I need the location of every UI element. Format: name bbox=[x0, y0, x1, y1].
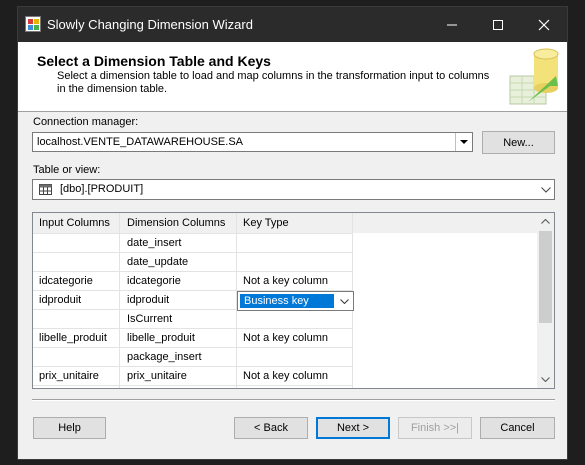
scroll-up-icon[interactable] bbox=[537, 213, 554, 230]
grid-cell-input[interactable] bbox=[33, 253, 119, 272]
grid-cell-input[interactable]: idproduit bbox=[33, 291, 119, 310]
chevron-down-icon[interactable] bbox=[455, 133, 472, 151]
grid-cell-dimension: libelle_produit bbox=[127, 332, 195, 344]
page-title: Select a Dimension Table and Keys bbox=[37, 53, 271, 69]
chevron-down-icon[interactable] bbox=[337, 293, 351, 309]
dimension-graphic-icon bbox=[509, 48, 559, 105]
column-mapping-grid: Input Columns Dimension Columns Key Type… bbox=[32, 212, 555, 389]
grid-cell-dimension: date_update bbox=[127, 256, 189, 268]
grid-cell-input[interactable]: prix_unitaire bbox=[33, 367, 119, 386]
scrollbar-thumb[interactable] bbox=[539, 231, 552, 323]
grid-cell-dimension: idcategorie bbox=[127, 275, 181, 287]
column-header-dimension[interactable]: Dimension Columns bbox=[121, 214, 237, 233]
page-description: Select a dimension table to load and map… bbox=[57, 70, 490, 95]
grid-cell-input[interactable] bbox=[33, 310, 119, 329]
grid-cell-key-type[interactable]: Not a key column bbox=[237, 329, 352, 348]
grid-cell-key-type[interactable] bbox=[237, 310, 352, 329]
connection-manager-combo[interactable]: localhost.VENTE_DATAWAREHOUSE.SA bbox=[32, 132, 473, 152]
new-connection-button[interactable]: New... bbox=[482, 131, 555, 154]
wizard-window: Slowly Changing Dimension Wizard Select … bbox=[17, 6, 568, 460]
grid-cell-input[interactable]: idcategorie bbox=[33, 272, 119, 291]
maximize-icon bbox=[493, 19, 503, 30]
grid-cell-key-type[interactable]: Not a key column bbox=[237, 272, 352, 291]
minimize-button[interactable] bbox=[429, 7, 475, 42]
minimize-icon bbox=[447, 24, 457, 25]
column-header-input[interactable]: Input Columns bbox=[33, 214, 119, 233]
grid-cell-dimension: package_insert bbox=[127, 351, 202, 363]
table-icon bbox=[39, 184, 52, 195]
back-button[interactable]: < Back bbox=[234, 417, 308, 439]
maximize-button[interactable] bbox=[475, 7, 521, 42]
grid-cell-input[interactable] bbox=[33, 234, 119, 253]
grid-cell-key-type[interactable]: Not a key column bbox=[237, 367, 352, 386]
grid-cell-key-type[interactable] bbox=[237, 234, 352, 253]
grid-cell-dimension: idproduit bbox=[127, 294, 170, 306]
scroll-down-icon[interactable] bbox=[537, 371, 554, 388]
table-or-view-label: Table or view: bbox=[33, 164, 101, 176]
wizard-header: Select a Dimension Table and Keys Select… bbox=[18, 42, 567, 112]
connection-manager-label: Connection manager: bbox=[33, 116, 139, 128]
column-header-key-type[interactable]: Key Type bbox=[237, 214, 353, 233]
title-bar[interactable]: Slowly Changing Dimension Wizard bbox=[18, 7, 567, 42]
cancel-button[interactable]: Cancel bbox=[480, 417, 555, 439]
close-icon bbox=[538, 19, 550, 30]
next-button[interactable]: Next > bbox=[316, 417, 390, 439]
window-title: Slowly Changing Dimension Wizard bbox=[47, 17, 253, 32]
table-or-view-combo[interactable]: [dbo].[PRODUIT] bbox=[32, 179, 555, 200]
table-or-view-value: [dbo].[PRODUIT] bbox=[60, 183, 144, 195]
grid-cell-dimension: prix_unitaire bbox=[127, 370, 187, 382]
key-type-dropdown[interactable]: Business key bbox=[237, 291, 354, 311]
grid-cell-dimension: date_insert bbox=[127, 237, 182, 249]
help-button[interactable]: Help bbox=[33, 417, 106, 439]
footer-separator bbox=[32, 399, 555, 401]
grid-header: Input Columns Dimension Columns Key Type bbox=[33, 213, 538, 233]
close-button[interactable] bbox=[521, 7, 567, 42]
finish-button[interactable]: Finish >>| bbox=[398, 417, 472, 439]
grid-vertical-scrollbar[interactable] bbox=[537, 213, 554, 388]
grid-cell-input[interactable] bbox=[33, 348, 119, 367]
grid-cell-key-type[interactable] bbox=[237, 253, 352, 272]
ssis-wizard-icon bbox=[25, 16, 41, 32]
connection-manager-value: localhost.VENTE_DATAWAREHOUSE.SA bbox=[37, 136, 243, 148]
grid-cell-input[interactable]: libelle_produit bbox=[33, 329, 119, 348]
key-type-selected-value: Business key bbox=[240, 294, 334, 308]
chevron-down-icon[interactable] bbox=[537, 180, 554, 199]
grid-cell-dimension: IsCurrent bbox=[127, 313, 173, 325]
grid-cell-key-type[interactable] bbox=[237, 348, 352, 367]
